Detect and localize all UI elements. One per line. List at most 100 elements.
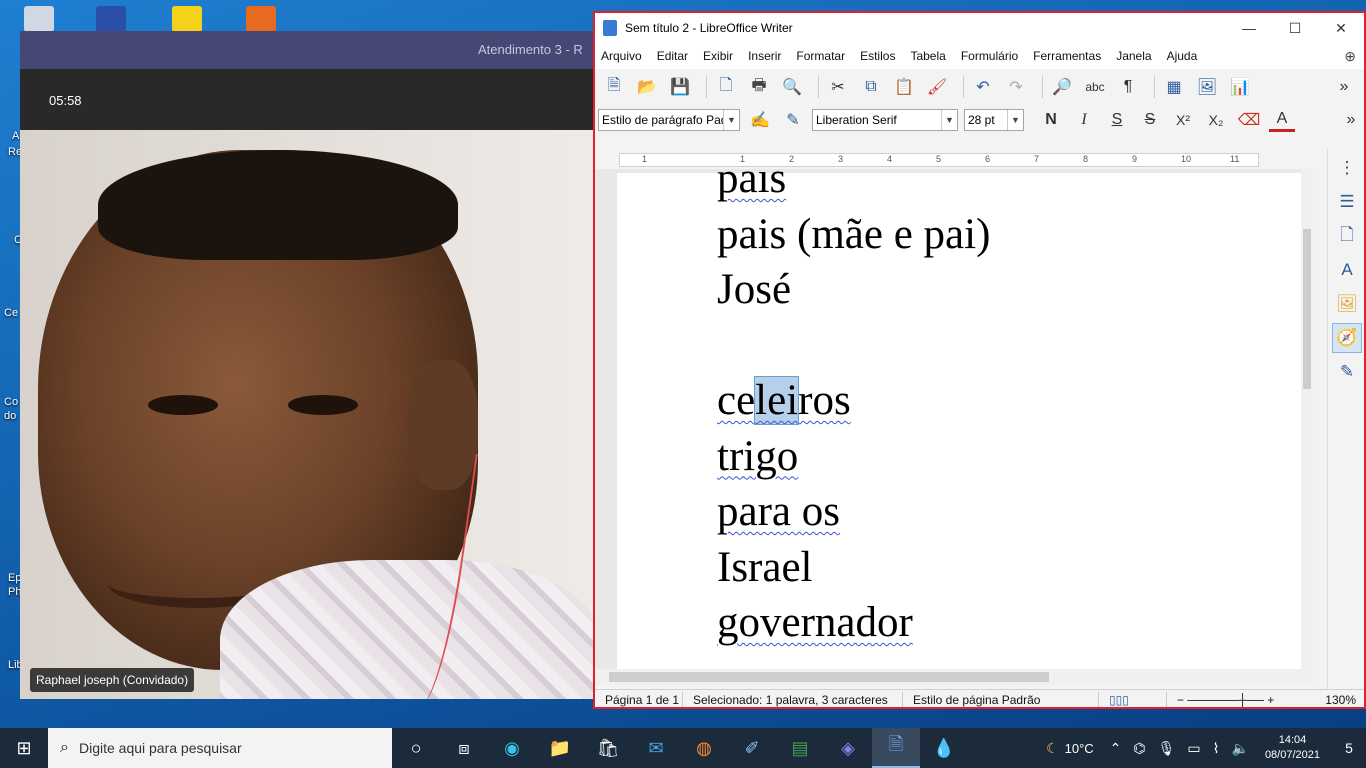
weather-temperature[interactable]: 10°C <box>1065 741 1094 756</box>
menu-ferramentas[interactable]: Ferramentas <box>1033 49 1101 63</box>
paragraph-style-select[interactable]: Estilo de parágrafo Padrã ▼ <box>598 109 740 131</box>
horizontal-ruler[interactable]: 1 1 2 3 4 5 6 7 8 9 10 11 <box>619 153 1259 167</box>
menu-exibir[interactable]: Exibir <box>703 49 733 63</box>
new-document-icon[interactable]: 🗎 <box>601 74 627 100</box>
styles-icon[interactable]: A <box>1332 255 1362 285</box>
view-layout-icons[interactable]: ▯▯▯ <box>1099 691 1167 707</box>
menu-estilos[interactable]: Estilos <box>860 49 895 63</box>
microphone-icon[interactable]: 🎙 <box>1158 740 1176 757</box>
vertical-scrollbar[interactable] <box>1301 169 1313 669</box>
strikethrough-button[interactable]: S <box>1137 108 1163 132</box>
selected-text[interactable]: lei <box>754 376 800 425</box>
windows-start-icon[interactable]: ⊞ <box>0 728 48 768</box>
undo-icon[interactable]: ↶ <box>970 74 996 100</box>
horizontal-scroll-thumb[interactable] <box>609 672 1049 682</box>
properties-icon[interactable]: ☰ <box>1332 187 1362 217</box>
weather-moon-icon[interactable]: ☾ <box>1046 740 1059 757</box>
meeting-window[interactable]: Atendimento 3 - R 05:58 Raphael joseph (… <box>20 31 600 699</box>
file-explorer-icon[interactable]: 📁 <box>536 728 584 768</box>
close-button[interactable]: ✕ <box>1318 13 1364 43</box>
export-pdf-icon[interactable]: 🗋 <box>713 74 739 100</box>
document-text[interactable]: país pais (mãe e pai) José celeiros trig… <box>717 169 990 651</box>
minimize-button[interactable]: — <box>1226 13 1272 43</box>
firefox-icon[interactable]: ◍ <box>680 728 728 768</box>
formatting-marks-icon[interactable]: ¶ <box>1115 74 1141 100</box>
chevron-up-icon[interactable]: ⌃ <box>1110 740 1122 757</box>
new-style-icon[interactable]: ✎ <box>780 108 806 132</box>
paste-icon[interactable]: 📋 <box>891 74 917 100</box>
insert-chart-icon[interactable]: 📊 <box>1227 74 1253 100</box>
font-name-select[interactable]: Liberation Serif ▼ <box>812 109 958 131</box>
cut-icon[interactable]: ✂ <box>825 74 851 100</box>
formatting-overflow-icon[interactable]: » <box>1338 108 1364 132</box>
clear-formatting-icon[interactable]: ⌫ <box>1236 108 1262 132</box>
writer-titlebar[interactable]: Sem título 2 - LibreOffice Writer — ☐ ✕ <box>595 13 1364 43</box>
audio-app-icon[interactable] <box>172 6 202 32</box>
text-line-content[interactable]: pais (mãe e pai) <box>717 211 990 258</box>
navigator-icon[interactable]: 🧭 <box>1332 323 1362 353</box>
store-icon[interactable]: 🛍 <box>584 728 632 768</box>
writer-taskbar-icon[interactable]: 🗎 <box>872 728 920 768</box>
sidebar-menu-icon[interactable]: ⋮ <box>1332 153 1362 183</box>
camera-icon[interactable]: ⌬ <box>1133 740 1145 757</box>
font-size-select[interactable]: 28 pt ▼ <box>964 109 1024 131</box>
page-icon[interactable]: 🗋 <box>1332 221 1362 251</box>
page-style[interactable]: Estilo de página Padrão <box>903 691 1099 707</box>
slides-app-icon[interactable] <box>246 6 276 32</box>
bold-button[interactable]: N <box>1038 108 1064 132</box>
calc-spreadsheet-icon[interactable]: ▤ <box>776 728 824 768</box>
menu-editar[interactable]: Editar <box>657 49 688 63</box>
clone-formatting-icon[interactable]: 🖌 <box>924 74 950 100</box>
font-color-button[interactable]: A <box>1269 108 1295 132</box>
writer-window[interactable]: Sem título 2 - LibreOffice Writer — ☐ ✕ … <box>593 11 1366 709</box>
taskbar-clock[interactable]: 14:04 08/07/2021 <box>1265 733 1320 763</box>
redo-icon[interactable]: ↷ <box>1003 74 1029 100</box>
zoom-level[interactable]: 130% <box>1315 692 1364 708</box>
copy-icon[interactable]: ⧉ <box>858 74 884 100</box>
taskbar-search[interactable]: ⌕ Digite aqui para pesquisar <box>48 728 392 768</box>
text-line-content[interactable]: Israel <box>717 544 813 591</box>
chevron-down-icon[interactable]: ▼ <box>723 110 739 130</box>
maximize-button[interactable]: ☐ <box>1272 13 1318 43</box>
toolbar-overflow-icon[interactable]: » <box>1331 74 1357 100</box>
save-icon[interactable]: 💾 <box>667 74 693 100</box>
chevron-down-icon[interactable]: ▼ <box>941 110 957 130</box>
volume-icon[interactable]: 🔈 <box>1232 740 1249 757</box>
text-line-content[interactable]: trigo <box>717 433 798 480</box>
insert-table-icon[interactable]: ▦ <box>1161 74 1187 100</box>
wifi-icon[interactable]: ⌇ <box>1213 740 1220 757</box>
spelling-icon[interactable]: abc <box>1082 74 1108 100</box>
superscript-button[interactable]: X² <box>1170 108 1196 132</box>
cortana-icon[interactable]: ○ <box>392 728 440 768</box>
search-placeholder[interactable]: Digite aqui para pesquisar <box>79 740 242 756</box>
menu-tabela[interactable]: Tabela <box>910 49 945 63</box>
chevron-down-icon[interactable]: ▼ <box>1007 110 1023 130</box>
document-area[interactable]: país pais (mãe e pai) José celeiros trig… <box>595 169 1301 669</box>
underline-button[interactable]: S <box>1104 108 1130 132</box>
menu-formulario[interactable]: Formulário <box>961 49 1018 63</box>
menu-janela[interactable]: Janela <box>1116 49 1151 63</box>
open-folder-icon[interactable]: 📂 <box>634 74 660 100</box>
insert-image-icon[interactable]: 🖼 <box>1194 74 1220 100</box>
find-replace-icon[interactable]: 🔎 <box>1049 74 1075 100</box>
task-view-icon[interactable]: ⧈ <box>440 728 488 768</box>
subscript-button[interactable]: X₂ <box>1203 108 1229 132</box>
print-icon[interactable]: 🖶 <box>746 74 772 100</box>
menu-arquivo[interactable]: Arquivo <box>601 49 642 63</box>
recycle-bin-icon[interactable] <box>24 6 54 32</box>
manage-changes-icon[interactable]: ✎ <box>1332 357 1362 387</box>
vertical-scroll-thumb[interactable] <box>1303 229 1311 389</box>
notes-app-icon[interactable]: ✐ <box>728 728 776 768</box>
battery-icon[interactable]: ▭ <box>1187 740 1200 757</box>
menu-ajuda[interactable]: Ajuda <box>1167 49 1198 63</box>
menu-inserir[interactable]: Inserir <box>748 49 781 63</box>
globe-icon[interactable]: ⊕ <box>1344 48 1356 65</box>
text-line-content[interactable]: José <box>717 266 791 313</box>
page-count[interactable]: Página 1 de 1 <box>595 691 683 707</box>
gallery-icon[interactable]: 🖼 <box>1332 289 1362 319</box>
mail-icon[interactable]: ✉ <box>632 728 680 768</box>
menu-formatar[interactable]: Formatar <box>796 49 845 63</box>
document-page[interactable]: país pais (mãe e pai) José celeiros trig… <box>617 169 1301 669</box>
selection-count[interactable]: Selecionado: 1 palavra, 3 caracteres <box>683 691 903 707</box>
paint-app-icon[interactable]: 💧 <box>920 728 968 768</box>
